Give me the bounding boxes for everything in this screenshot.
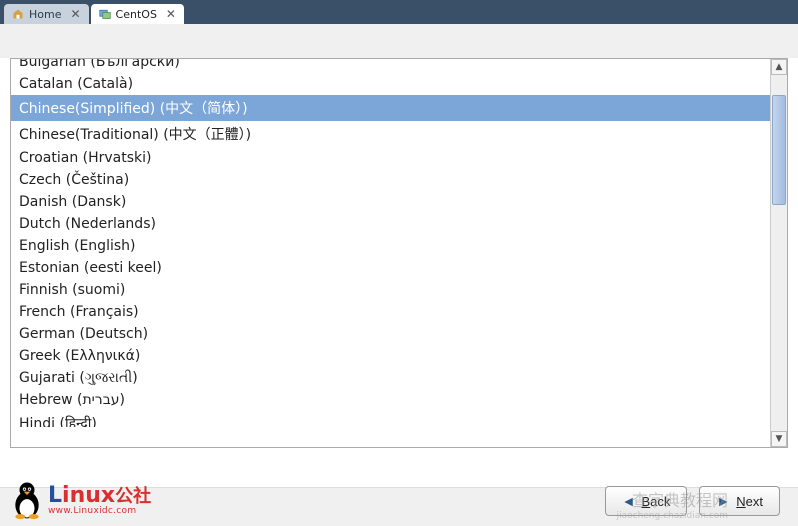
installer-content: Bulgarian (Български)Catalan (Català)Chi… xyxy=(0,58,798,488)
logo-text: Linux公社 www.Linuxidc.com xyxy=(48,485,151,516)
home-icon xyxy=(12,8,24,20)
penguin-icon xyxy=(10,480,44,520)
scroll-up-button[interactable]: ▲ xyxy=(771,59,787,75)
close-icon[interactable]: ✕ xyxy=(70,7,80,21)
list-item[interactable]: Greek (Ελληνικά) xyxy=(11,345,770,367)
watermark-logo: Linux公社 www.Linuxidc.com xyxy=(10,480,151,520)
list-item[interactable]: Bulgarian (Български) xyxy=(11,59,770,73)
list-item[interactable]: Hebrew (עברית) xyxy=(11,389,770,411)
scroll-down-button[interactable]: ▼ xyxy=(771,431,787,447)
tab-label: Home xyxy=(29,8,61,21)
arrow-right-icon: ► xyxy=(716,493,730,509)
language-list[interactable]: Bulgarian (Български)Catalan (Català)Chi… xyxy=(11,59,770,447)
tab-label: CentOS xyxy=(116,8,157,21)
list-item[interactable]: Danish (Dansk) xyxy=(11,191,770,213)
back-button-label: Back xyxy=(642,494,671,509)
list-item[interactable]: German (Deutsch) xyxy=(11,323,770,345)
scrollbar[interactable]: ▲ ▼ xyxy=(770,59,787,447)
navigation-buttons: ◄ Back ► Next xyxy=(605,486,780,516)
list-item[interactable]: French (Français) xyxy=(11,301,770,323)
list-item[interactable]: Chinese(Traditional) (中文（正體）) xyxy=(11,121,770,147)
logo-suffix: 公社 xyxy=(115,486,151,507)
list-item[interactable]: Croatian (Hrvatski) xyxy=(11,147,770,169)
tab-home[interactable]: Home ✕ xyxy=(4,4,89,24)
list-item[interactable]: Dutch (Nederlands) xyxy=(11,213,770,235)
close-icon[interactable]: ✕ xyxy=(166,7,176,21)
back-button[interactable]: ◄ Back xyxy=(605,486,688,516)
language-list-container: Bulgarian (Български)Catalan (Català)Chi… xyxy=(10,58,788,448)
list-item[interactable]: English (English) xyxy=(11,235,770,257)
list-item[interactable]: Catalan (Català) xyxy=(11,73,770,95)
list-item[interactable]: Gujarati (ગુજરાતી) xyxy=(11,367,770,389)
tab-centos[interactable]: CentOS ✕ xyxy=(91,4,184,24)
list-item[interactable]: Estonian (eesti keel) xyxy=(11,257,770,279)
list-item[interactable]: Hindi (हिन्दी) xyxy=(11,411,770,427)
scroll-track[interactable] xyxy=(771,75,787,431)
logo-word: inux xyxy=(62,483,115,508)
logo-letter: L xyxy=(48,483,62,508)
scroll-thumb[interactable] xyxy=(772,95,786,205)
logo-url: www.Linuxidc.com xyxy=(48,507,151,516)
tab-bar: Home ✕ CentOS ✕ xyxy=(0,0,798,24)
list-item[interactable]: Finnish (suomi) xyxy=(11,279,770,301)
next-button[interactable]: ► Next xyxy=(699,486,780,516)
arrow-left-icon: ◄ xyxy=(622,493,636,509)
vm-icon xyxy=(99,8,111,20)
list-item[interactable]: Chinese(Simplified) (中文（简体）) xyxy=(11,95,770,121)
next-button-label: Next xyxy=(736,494,763,509)
list-item[interactable]: Czech (Čeština) xyxy=(11,169,770,191)
